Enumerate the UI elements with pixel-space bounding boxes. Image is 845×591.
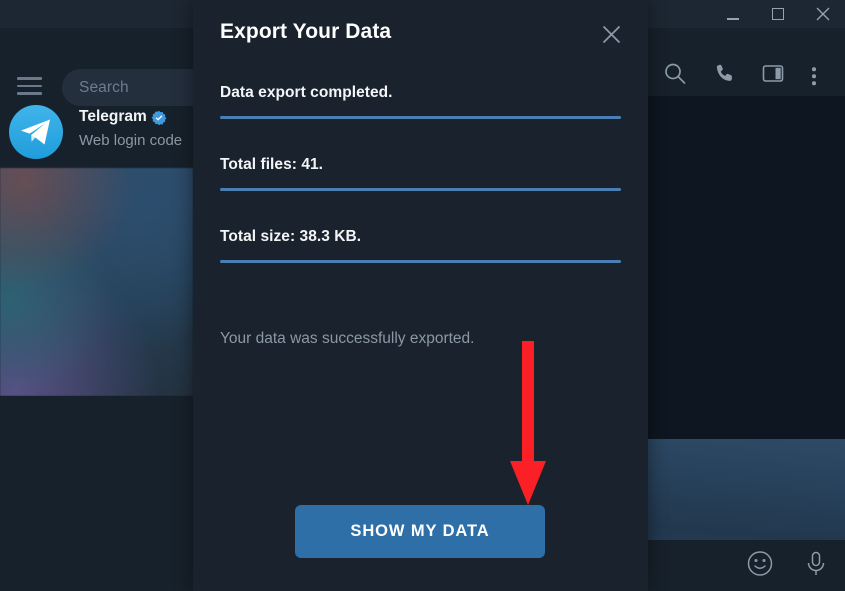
minimize-icon xyxy=(726,18,739,20)
maximize-icon xyxy=(771,8,784,20)
progress-row: Data export completed. xyxy=(220,84,621,119)
emoji-smiley-icon[interactable] xyxy=(746,550,774,583)
sidebar-titlebar-strip xyxy=(0,0,193,28)
progress-label: Total size: 38.3 KB. xyxy=(220,228,362,245)
chat-pane xyxy=(648,0,845,591)
chat-list-empty-area xyxy=(0,396,193,591)
chat-list-sidebar: Search Telegram Web login code xyxy=(0,0,193,591)
maximize-button[interactable] xyxy=(755,0,800,28)
close-icon xyxy=(602,25,620,43)
close-icon xyxy=(816,7,829,21)
progress-row: Total files: 41. xyxy=(220,156,621,191)
hamburger-bar-3 xyxy=(17,92,42,95)
phone-call-icon[interactable] xyxy=(714,63,736,90)
export-status-note: Your data was successfully exported. xyxy=(220,330,475,347)
hamburger-menu-icon[interactable] xyxy=(17,77,42,96)
list-item-title-row: Telegram xyxy=(79,108,193,126)
export-data-dialog: Export Your Data Data export completed. … xyxy=(193,0,648,591)
hamburger-bar-1 xyxy=(17,77,42,80)
progress-label: Data export completed. xyxy=(220,84,393,101)
list-item-title: Telegram xyxy=(79,108,147,125)
chat-header-toolbar xyxy=(648,28,845,96)
microphone-icon[interactable] xyxy=(803,550,829,583)
verified-badge-icon xyxy=(151,110,167,126)
progress-bar xyxy=(220,116,621,119)
chat-wallpaper-preview xyxy=(0,168,193,396)
progress-bar xyxy=(220,188,621,191)
search-placeholder: Search xyxy=(79,78,129,96)
dialog-close-button[interactable] xyxy=(596,19,626,49)
show-my-data-button[interactable]: SHOW MY DATA xyxy=(295,505,545,558)
progress-label: Total files: 41. xyxy=(220,156,324,173)
progress-row: Total size: 38.3 KB. xyxy=(220,228,621,263)
progress-bar xyxy=(220,260,621,263)
dot-2 xyxy=(812,74,816,78)
minimize-button[interactable] xyxy=(710,0,755,28)
window-titlebar xyxy=(648,0,845,28)
list-item-subtitle: Web login code xyxy=(79,132,183,149)
dot-3 xyxy=(812,81,816,85)
more-options-icon[interactable] xyxy=(812,67,816,85)
export-progress-list: Data export completed. Total files: 41. … xyxy=(220,84,621,300)
dot-1 xyxy=(812,67,816,71)
dialog-title: Export Your Data xyxy=(220,20,392,43)
telegram-desktop-window: Search Telegram Web login code Export Yo… xyxy=(0,0,845,591)
sidebar-panel-icon[interactable] xyxy=(762,63,784,90)
more-options-dots xyxy=(812,67,816,85)
list-item[interactable]: Telegram Web login code xyxy=(0,98,193,168)
close-window-button[interactable] xyxy=(800,0,845,28)
hamburger-bar-2 xyxy=(17,84,42,87)
message-list xyxy=(648,96,845,591)
search-icon[interactable] xyxy=(664,63,686,90)
sidebar-search-row: Search xyxy=(0,28,193,106)
avatar xyxy=(9,105,63,159)
telegram-logo-icon xyxy=(21,119,50,145)
message-composer xyxy=(648,540,845,591)
list-item-texts: Telegram Web login code xyxy=(79,108,193,149)
